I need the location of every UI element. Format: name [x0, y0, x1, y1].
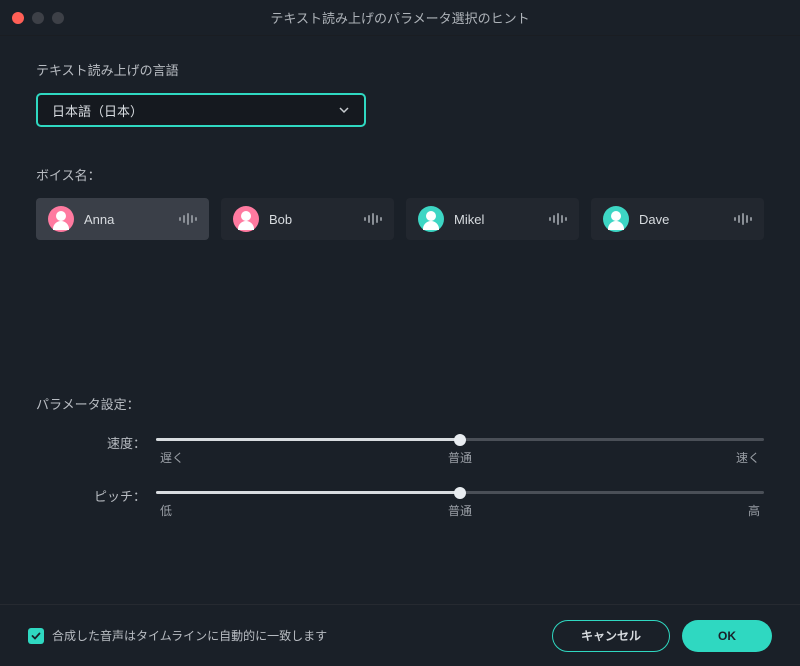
window-controls [12, 12, 64, 24]
waveform-icon [364, 213, 382, 225]
speed-slow: 遅く [160, 449, 184, 466]
voice-grid: Anna Bob Mikel [36, 198, 764, 240]
pitch-ticks: 低 普通 高 [156, 502, 764, 519]
chevron-down-icon [338, 104, 350, 116]
voice-card-mikel[interactable]: Mikel [406, 198, 579, 240]
voice-label: ボイス名： [36, 165, 764, 184]
titlebar: テキスト読み上げのパラメータ選択のヒント [0, 0, 800, 36]
language-select[interactable]: 日本語（日本） [36, 93, 366, 127]
maximize-window-button[interactable] [52, 12, 64, 24]
speed-label: 速度： [36, 433, 156, 452]
pitch-low: 低 [160, 502, 172, 519]
pitch-slider[interactable] [156, 491, 764, 494]
language-selected: 日本語（日本） [52, 101, 143, 120]
speed-slider[interactable] [156, 438, 764, 441]
language-label: テキスト読み上げの言語 [36, 60, 764, 79]
waveform-icon [734, 213, 752, 225]
avatar-icon [418, 206, 444, 232]
voice-card-anna[interactable]: Anna [36, 198, 209, 240]
waveform-icon [179, 213, 197, 225]
ok-button[interactable]: OK [682, 620, 772, 652]
minimize-window-button[interactable] [32, 12, 44, 24]
cancel-button[interactable]: キャンセル [552, 620, 670, 652]
auto-match-label: 合成した音声はタイムラインに自動的に一致します [52, 627, 552, 644]
avatar-icon [603, 206, 629, 232]
voice-name: Bob [269, 212, 364, 227]
pitch-normal: 普通 [448, 502, 472, 519]
voice-card-dave[interactable]: Dave [591, 198, 764, 240]
pitch-label: ピッチ： [36, 486, 156, 505]
params-label: パラメータ設定： [36, 394, 764, 413]
speed-ticks: 遅く 普通 速く [156, 449, 764, 466]
footer: 合成した音声はタイムラインに自動的に一致します キャンセル OK [0, 604, 800, 666]
voice-name: Mikel [454, 212, 549, 227]
speed-slider-thumb[interactable] [454, 434, 466, 446]
voice-name: Anna [84, 212, 179, 227]
window-title: テキスト読み上げのパラメータ選択のヒント [270, 8, 529, 27]
speed-normal: 普通 [448, 449, 472, 466]
check-icon [31, 631, 41, 641]
pitch-high: 高 [748, 502, 760, 519]
voice-card-bob[interactable]: Bob [221, 198, 394, 240]
voice-name: Dave [639, 212, 734, 227]
avatar-icon [233, 206, 259, 232]
auto-match-checkbox[interactable] [28, 628, 44, 644]
close-window-button[interactable] [12, 12, 24, 24]
pitch-slider-thumb[interactable] [454, 487, 466, 499]
speed-fast: 速く [736, 449, 760, 466]
avatar-icon [48, 206, 74, 232]
waveform-icon [549, 213, 567, 225]
